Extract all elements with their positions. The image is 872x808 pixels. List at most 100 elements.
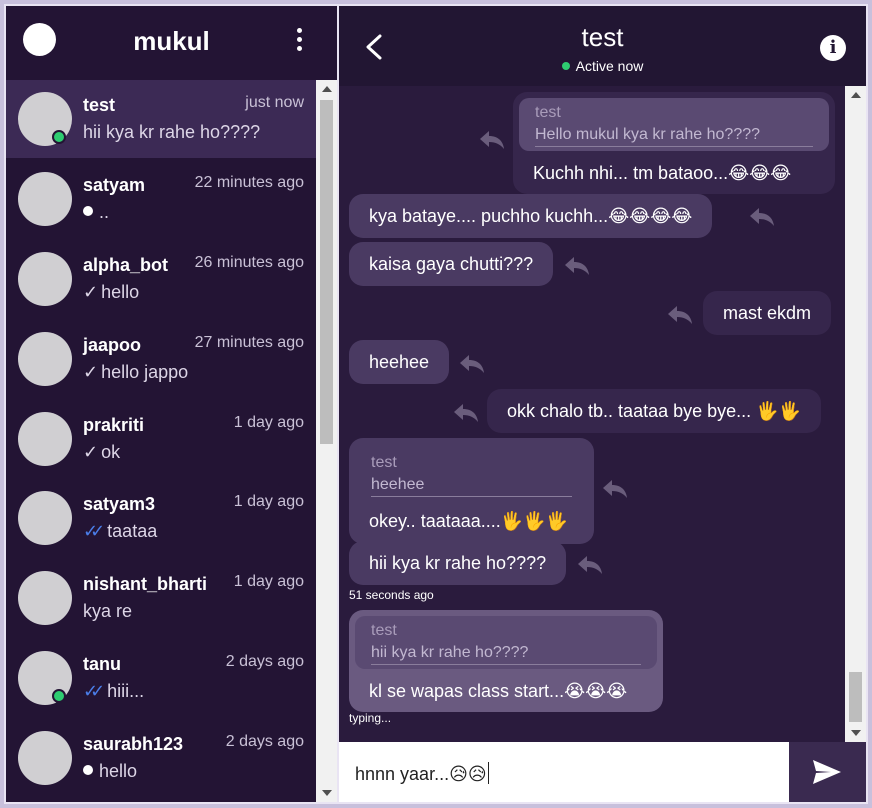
message-bubble-sent[interactable]: test Hello mukul kya kr rahe ho???? Kuch… xyxy=(513,92,835,194)
message-list-scrollbar[interactable] xyxy=(845,86,866,742)
quoted-message[interactable]: test Hello mukul kya kr rahe ho???? xyxy=(519,98,829,151)
scroll-down-icon[interactable] xyxy=(851,730,861,736)
chat-item-saurabh123[interactable]: saurabh123 2 days ago hello xyxy=(6,719,316,797)
text-cursor xyxy=(487,762,489,784)
avatar xyxy=(18,412,72,466)
chat-name: satyam3 xyxy=(83,494,156,514)
message-bubble-received[interactable]: test hii kya kr rahe ho???? kl se wapas … xyxy=(349,610,663,712)
message-input[interactable]: hnnn yaar...😥😥 xyxy=(339,742,789,802)
scroll-up-icon[interactable] xyxy=(322,86,332,92)
chat-preview: kya re xyxy=(83,601,132,622)
chat-item-tanu[interactable]: tanu 2 days ago ✓✓ hiii... xyxy=(6,639,316,717)
reply-arrow-icon[interactable] xyxy=(458,352,486,374)
chat-name: test xyxy=(83,95,116,115)
chat-preview: .. xyxy=(83,202,109,223)
chat-list: test just now hii kya kr rahe ho???? sat… xyxy=(6,80,316,802)
chat-item-satyam3[interactable]: satyam3 1 day ago ✓✓ taataa xyxy=(6,479,316,557)
message-text: heehee xyxy=(369,352,430,372)
quoted-text: hii kya kr rahe ho???? xyxy=(371,644,641,665)
quoted-author: test xyxy=(371,622,397,639)
chat-item-test[interactable]: test just now hii kya kr rahe ho???? xyxy=(6,80,316,158)
chat-time: 1 day ago xyxy=(233,573,304,590)
chat-preview: ✓ hello xyxy=(83,282,139,303)
sent-tick-icon: ✓ xyxy=(83,362,99,382)
chat-item-prakriti[interactable]: prakriti 1 day ago ✓ ok xyxy=(6,400,316,478)
avatar xyxy=(18,571,72,625)
chat-preview-text: hello xyxy=(101,282,140,302)
chat-preview-text: hello xyxy=(99,761,138,781)
chat-preview-text: .. xyxy=(99,202,110,222)
read-double-tick-icon: ✓✓ xyxy=(83,521,105,541)
quoted-message[interactable]: test hii kya kr rahe ho???? xyxy=(355,616,657,669)
quoted-text: heehee xyxy=(371,476,572,497)
message-bubble-received[interactable]: hii kya kr rahe ho???? xyxy=(349,541,567,585)
chat-preview: ✓ ok xyxy=(83,442,120,463)
sent-tick-icon: ✓ xyxy=(83,282,99,302)
send-button[interactable] xyxy=(789,742,866,802)
message-timestamp: 51 seconds ago xyxy=(349,588,434,602)
chat-list-scrollbar[interactable] xyxy=(316,80,337,802)
avatar xyxy=(18,252,72,306)
quoted-message[interactable]: test heehee xyxy=(349,438,594,497)
chat-item-alpha-bot[interactable]: alpha_bot 26 minutes ago ✓ hello xyxy=(6,240,316,318)
message-text: hii kya kr rahe ho???? xyxy=(369,553,547,573)
info-icon[interactable]: i xyxy=(820,35,846,61)
message-text: mast ekdm xyxy=(723,303,812,323)
chat-preview-text: hiii... xyxy=(107,681,145,701)
message-bubble-received[interactable]: kya bataye.... puchho kuchh...😂😂😂😂 xyxy=(349,194,713,238)
chat-preview: ✓ hello jappo xyxy=(83,362,188,383)
scroll-up-icon[interactable] xyxy=(851,92,861,98)
reply-arrow-icon[interactable] xyxy=(452,401,480,423)
reply-arrow-icon[interactable] xyxy=(601,477,629,499)
chat-preview: ✓✓ taataa xyxy=(83,521,157,542)
chat-preview: hello xyxy=(83,761,137,782)
chat-name: saurabh123 xyxy=(83,734,184,754)
message-bubble-sent[interactable]: okk chalo tb.. taataa bye bye... 🖐🖐 xyxy=(487,389,821,433)
chat-preview-text: ok xyxy=(101,442,121,462)
chat-item-jaapoo[interactable]: jaapoo 27 minutes ago ✓ hello jappo xyxy=(6,320,316,398)
chat-name: nishant_bharti xyxy=(83,574,208,594)
reply-arrow-icon[interactable] xyxy=(563,254,591,276)
chat-time: 26 minutes ago xyxy=(194,254,304,271)
peer-name: test xyxy=(581,22,624,52)
typing-indicator: typing... xyxy=(349,711,392,725)
avatar xyxy=(18,491,72,545)
online-indicator xyxy=(52,689,66,703)
sent-tick-icon: ✓ xyxy=(83,442,99,462)
message-bubble-received[interactable]: kaisa gaya chutti??? xyxy=(349,242,554,286)
reply-arrow-icon[interactable] xyxy=(478,128,506,150)
chat-time: 2 days ago xyxy=(225,653,304,670)
message-input-text: hnnn yaar...😥😥 xyxy=(355,764,487,784)
chat-item-satyam[interactable]: satyam 22 minutes ago .. xyxy=(6,160,316,238)
read-double-tick-icon: ✓✓ xyxy=(83,681,105,701)
message-bubble-received[interactable]: test heehee okey.. taataaa....🖐🖐🖐 xyxy=(349,438,594,544)
scroll-down-icon[interactable] xyxy=(322,790,332,796)
conversation-header: test Active now i xyxy=(339,6,866,86)
my-username: mukul xyxy=(133,26,210,56)
chat-preview: ✓✓ hiii... xyxy=(83,681,144,702)
message-text: okey.. taataaa....🖐🖐🖐 xyxy=(369,511,568,531)
scrollbar-thumb[interactable] xyxy=(320,100,333,444)
chat-item-nishant-bharti[interactable]: nishant_bharti 1 day ago kya re xyxy=(6,559,316,637)
reply-arrow-icon[interactable] xyxy=(666,303,694,325)
chat-time: 1 day ago xyxy=(233,414,304,431)
chat-time: 22 minutes ago xyxy=(194,174,304,191)
presence-text: Active now xyxy=(575,58,644,74)
message-input-value: hnnn yaar...😥😥 xyxy=(355,762,489,785)
reply-arrow-icon[interactable] xyxy=(576,553,604,575)
message-bubble-received[interactable]: heehee xyxy=(349,340,450,384)
message-bubble-sent[interactable]: mast ekdm xyxy=(703,291,832,335)
sidebar-header: mukul xyxy=(6,6,337,80)
chat-name: satyam xyxy=(83,175,146,195)
chat-time: 2 days ago xyxy=(225,733,304,750)
reply-arrow-icon[interactable] xyxy=(748,205,776,227)
avatar xyxy=(18,731,72,785)
chat-name: prakriti xyxy=(83,415,145,435)
message-text: okk chalo tb.. taataa bye bye... 🖐🖐 xyxy=(507,401,801,421)
kebab-menu-icon[interactable] xyxy=(296,28,304,56)
message-text: kl se wapas class start...😭😭😭 xyxy=(369,681,628,701)
scrollbar-thumb[interactable] xyxy=(849,672,862,722)
chat-time: 1 day ago xyxy=(233,493,304,510)
message-text: kaisa gaya chutti??? xyxy=(369,254,534,274)
chat-time: just now xyxy=(245,94,304,111)
